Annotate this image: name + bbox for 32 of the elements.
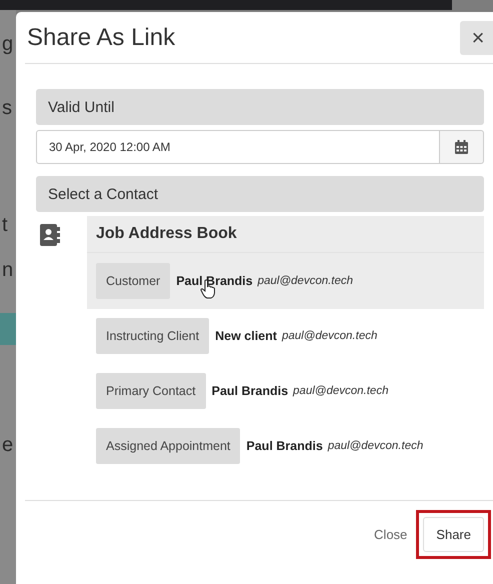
role-label: Primary Contact xyxy=(96,373,206,409)
background-text: t xyxy=(2,215,8,235)
contact-row[interactable]: Primary Contact Paul Brandis paul@devcon.tech xyxy=(87,373,484,409)
background-text: g xyxy=(2,34,14,54)
contact-name: Paul Brandis xyxy=(212,384,288,398)
role-label: Instructing Client xyxy=(96,318,210,354)
address-book-icon xyxy=(40,224,60,246)
background-text: e xyxy=(2,435,14,455)
close-button[interactable]: Close xyxy=(368,521,414,548)
contact-row[interactable]: Assigned Appointment Paul Brandis paul@devcon.tech xyxy=(87,428,484,464)
address-book-heading: Job Address Book xyxy=(87,216,484,253)
contact-name: Paul Brandis xyxy=(176,274,253,288)
contact-email: paul@devcon.tech xyxy=(328,440,424,452)
contact-name: Paul Brandis xyxy=(246,439,323,453)
section-header: Select a Contact xyxy=(36,176,484,212)
calendar-button[interactable] xyxy=(440,130,484,164)
background-text: n xyxy=(2,260,14,280)
share-button[interactable]: Share xyxy=(423,517,484,552)
contact-email: paul@devcon.tech xyxy=(293,385,388,397)
contact-row[interactable]: Customer Paul Brandis paul@devcon.tech xyxy=(87,253,484,309)
role-label: Customer xyxy=(96,263,170,299)
contact-email: paul@devcon.tech xyxy=(282,330,378,342)
section-header: Valid Until xyxy=(36,89,484,125)
contact-name: New client xyxy=(215,329,277,343)
role-label: Assigned Appointment xyxy=(96,428,240,464)
dialog-title: Share As Link xyxy=(27,24,176,52)
calendar-icon xyxy=(455,140,468,154)
date-field[interactable]: 30 Apr, 2020 12:00 AM xyxy=(36,130,440,164)
background-text: s xyxy=(2,98,12,118)
contact-email: paul@devcon.tech xyxy=(258,275,354,287)
contact-row[interactable]: Instructing Client New client paul@devcon.tech xyxy=(87,318,484,354)
close-button[interactable]: × xyxy=(460,20,493,54)
